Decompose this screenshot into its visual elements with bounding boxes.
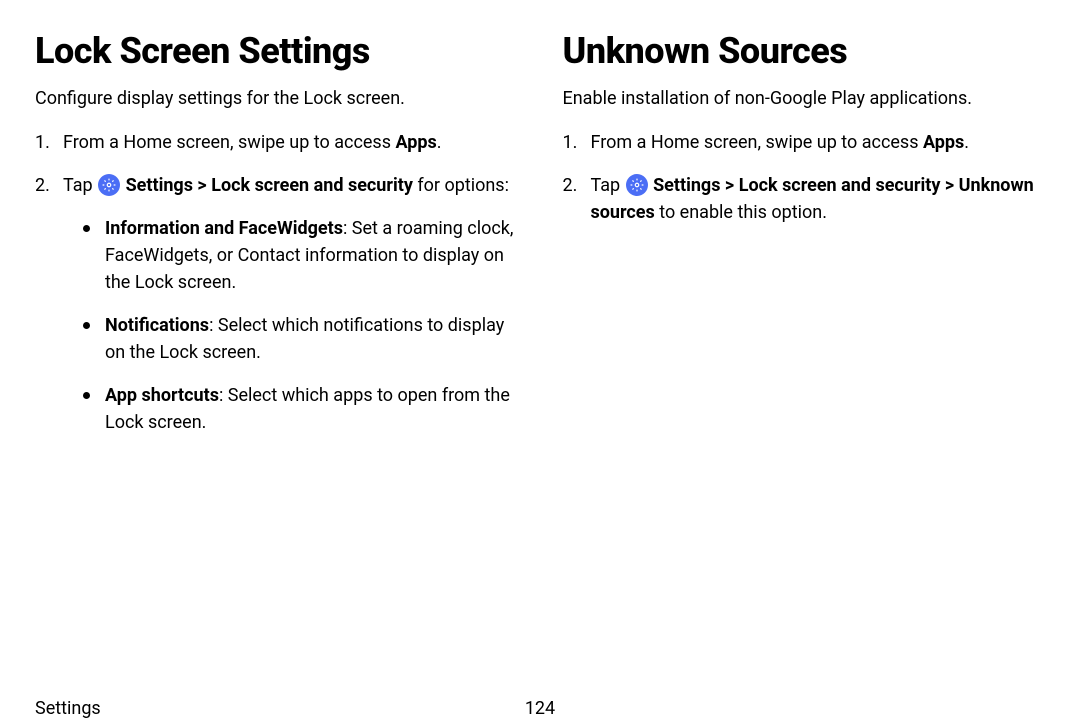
intro-left: Configure display settings for the Lock …: [35, 86, 518, 111]
step-2-prefix: Tap: [591, 175, 625, 196]
step-1-prefix: From a Home screen, swipe up to access: [591, 132, 923, 153]
step-2-right: Tap Settings > Lock screen and security …: [563, 172, 1046, 226]
bullet-bold: Notifications: [105, 315, 209, 336]
step-2-suffix: to enable this option.: [655, 202, 827, 223]
step-2-suffix: for options:: [413, 175, 509, 196]
settings-gear-icon: [98, 174, 120, 196]
step-1-suffix: .: [964, 132, 969, 153]
left-column: Lock Screen Settings Configure display s…: [35, 30, 518, 452]
step-1-prefix: From a Home screen, swipe up to access: [63, 132, 395, 153]
step-1-suffix: .: [437, 132, 442, 153]
step-1-bold: Apps: [923, 132, 964, 153]
bullet-info-facewidgets: Information and FaceWidgets: Set a roami…: [83, 215, 518, 296]
intro-right: Enable installation of non-Google Play a…: [563, 86, 1046, 111]
step-1-left: From a Home screen, swipe up to access A…: [35, 129, 518, 156]
step-2-left: Tap Settings > Lock screen and security …: [35, 172, 518, 436]
right-column: Unknown Sources Enable installation of n…: [563, 30, 1046, 452]
page-content: Lock Screen Settings Configure display s…: [0, 0, 1080, 452]
bullet-bold: Information and FaceWidgets: [105, 218, 343, 239]
step-2-bold: Settings > Lock screen and security: [126, 175, 413, 196]
heading-lock-screen: Lock Screen Settings: [35, 30, 518, 72]
heading-unknown-sources: Unknown Sources: [563, 30, 1046, 72]
footer-page-number: 124: [525, 698, 555, 719]
step-1-bold: Apps: [395, 132, 436, 153]
step-2-prefix: Tap: [63, 175, 97, 196]
steps-right: From a Home screen, swipe up to access A…: [563, 129, 1046, 226]
step-1-right: From a Home screen, swipe up to access A…: [563, 129, 1046, 156]
bullet-app-shortcuts: App shortcuts: Select which apps to open…: [83, 382, 518, 436]
bullet-notifications: Notifications: Select which notification…: [83, 312, 518, 366]
settings-gear-icon: [626, 174, 648, 196]
steps-left: From a Home screen, swipe up to access A…: [35, 129, 518, 436]
footer-section-label: Settings: [35, 698, 101, 719]
bullets-left: Information and FaceWidgets: Set a roami…: [63, 215, 518, 436]
bullet-bold: App shortcuts: [105, 385, 219, 406]
